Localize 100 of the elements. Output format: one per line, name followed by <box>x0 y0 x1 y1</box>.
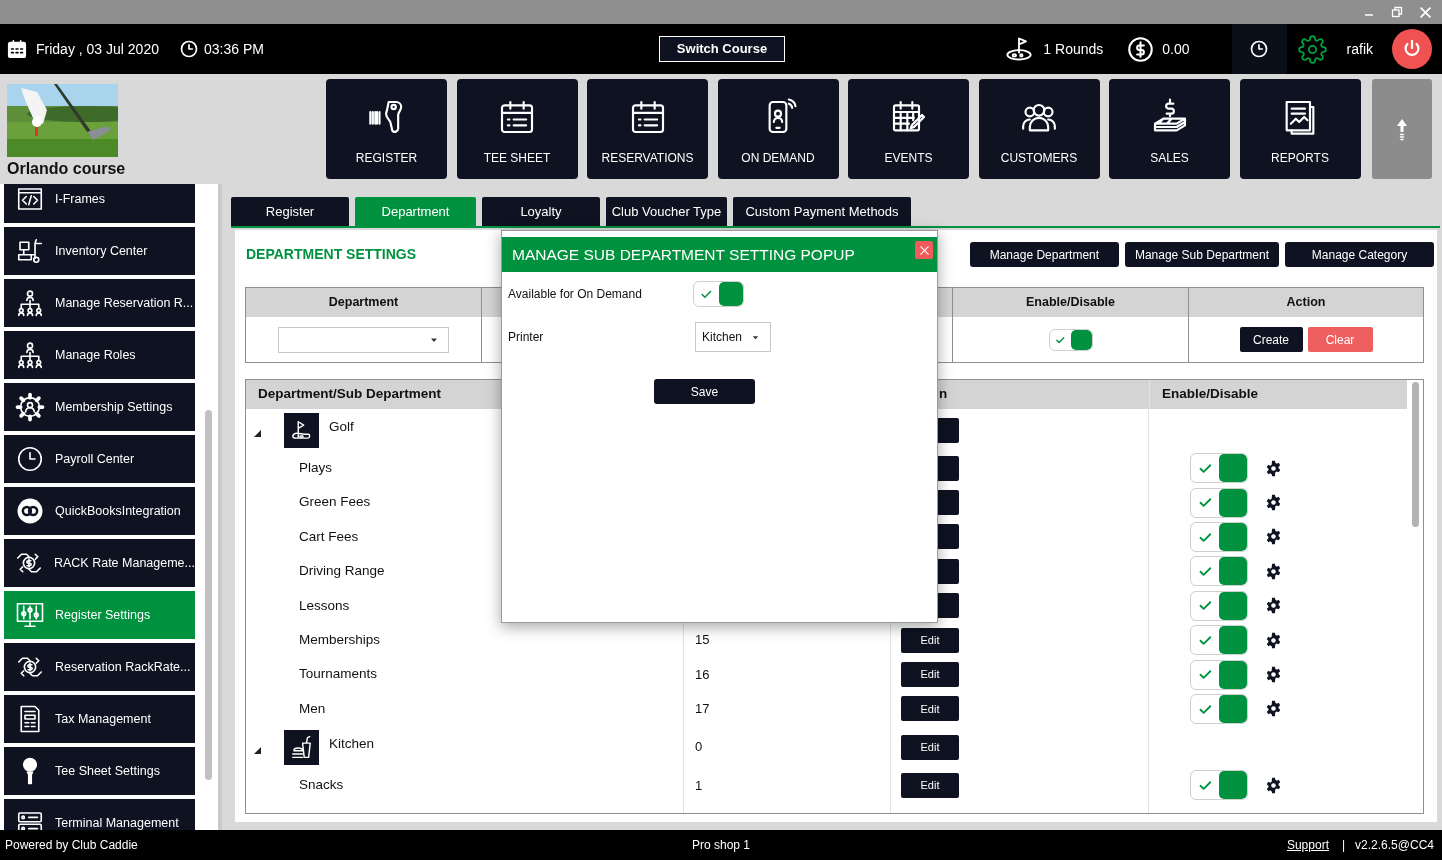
settings-icon[interactable] <box>1265 700 1282 718</box>
power-button[interactable] <box>1392 29 1432 69</box>
settings-icon[interactable] <box>1265 631 1282 649</box>
tab[interactable]: Register <box>231 197 349 226</box>
settings-icon[interactable] <box>1297 34 1327 64</box>
edit-button[interactable]: Edit <box>901 696 959 722</box>
sidebar-item[interactable]: Inventory Center <box>4 227 195 275</box>
sidebar-item[interactable]: Tax Management <box>4 695 195 743</box>
column-header: Department/Sub Department <box>258 385 442 404</box>
sidebar-item[interactable]: Register Settings <box>4 591 195 639</box>
column-header: Department <box>246 288 481 317</box>
sub-department-name: Men <box>299 699 326 718</box>
sidebar-item[interactable]: I-Frames <box>4 184 195 223</box>
switch-course-button[interactable]: Switch Course <box>659 36 785 62</box>
toggle-switch[interactable] <box>1048 328 1093 351</box>
sidebar-item[interactable]: Reservation RackRate... <box>4 643 195 691</box>
golf-flag-icon <box>284 412 319 448</box>
expand-arrow-icon[interactable] <box>254 746 261 754</box>
scrollbar-thumb[interactable] <box>1411 382 1419 527</box>
nav-tile[interactable]: RESERVATIONS <box>587 79 708 179</box>
version-text: v2.2.6.5@CC4 <box>1355 837 1434 854</box>
settings-icon[interactable] <box>1265 459 1282 477</box>
settings-icon[interactable] <box>1265 494 1282 512</box>
scroll-up-button[interactable] <box>1371 79 1432 179</box>
settings-icon[interactable] <box>1265 528 1282 546</box>
nav-tile[interactable]: EVENTS <box>848 79 969 179</box>
nav-tile[interactable]: SALES <box>1109 79 1230 179</box>
sub-department-name: Green Fees <box>299 493 371 512</box>
food-drink-icon <box>284 729 319 765</box>
sub-department-name: Driving Range <box>299 562 385 581</box>
calendar-icon <box>6 38 28 60</box>
close-icon <box>917 243 931 257</box>
sub-department-name: Memberships <box>299 631 381 649</box>
support-link[interactable]: Support <box>1286 836 1329 854</box>
settings-icon[interactable] <box>1265 776 1282 794</box>
nav-tile[interactable]: REPORTS <box>1239 79 1361 179</box>
sidebar-item[interactable]: Membership Settings <box>4 383 195 431</box>
golf-flag-icon <box>1004 35 1035 63</box>
sub-department-name: Tournaments <box>299 665 378 684</box>
toggle-switch[interactable] <box>1190 590 1248 621</box>
nav-tile[interactable]: CUSTOMERS <box>978 79 1100 179</box>
tab[interactable]: Custom Payment Methods <box>733 197 911 226</box>
toggle-switch[interactable] <box>1190 659 1248 690</box>
close-icon[interactable] <box>1419 5 1432 19</box>
nav-tile[interactable]: TEE SHEET <box>456 79 578 179</box>
field-label: Available for On Demand <box>508 286 643 303</box>
edit-button[interactable]: Edit <box>901 627 959 653</box>
edit-button[interactable]: Edit <box>901 734 959 760</box>
code-text: 17 <box>695 700 710 719</box>
manage-button[interactable]: Manage Department <box>969 242 1119 267</box>
clock-icon <box>178 39 199 59</box>
popup-title: MANAGE SUB DEPARTMENT SETTING POPUP <box>512 244 855 265</box>
settings-icon[interactable] <box>1265 666 1282 684</box>
tab[interactable]: Department <box>355 197 476 226</box>
settings-icon[interactable] <box>1265 562 1282 580</box>
section-title: DEPARTMENT SETTINGS <box>246 245 417 264</box>
separator-text: | <box>1341 837 1346 854</box>
toggle-switch[interactable] <box>1190 487 1248 518</box>
expand-arrow-icon[interactable] <box>254 429 261 437</box>
date-text: Friday , 03 Jul 2020 <box>36 39 159 59</box>
toggle-switch[interactable] <box>1190 625 1248 656</box>
tab[interactable]: Loyalty <box>482 197 600 226</box>
toggle-switch[interactable] <box>1190 556 1248 587</box>
nav-tile[interactable]: REGISTER <box>326 79 447 179</box>
sidebar-item[interactable]: QuickBooksIntegration <box>4 487 195 535</box>
sidebar-item[interactable]: Payroll Center <box>4 435 195 483</box>
sidebar-item[interactable]: Tee Sheet Settings <box>4 747 195 795</box>
sub-department-name: Snacks <box>299 776 344 795</box>
sub-department-name: Plays <box>299 459 332 478</box>
manage-button[interactable]: Manage Category <box>1285 242 1434 267</box>
toggle-switch[interactable] <box>1190 453 1248 484</box>
sidebar-item[interactable]: Manage Reservation R... <box>4 279 195 327</box>
sliders-monitor-icon <box>14 600 45 630</box>
sidebar-item[interactable]: Manage Roles <box>4 331 195 379</box>
history-button[interactable] <box>1231 24 1287 74</box>
column-header: n <box>939 385 948 404</box>
restore-icon[interactable] <box>1391 6 1403 18</box>
create-button[interactable]: Create <box>1239 327 1303 352</box>
tab[interactable]: Club Voucher Type <box>606 197 727 226</box>
column-header: Enable/Disable <box>1162 385 1259 404</box>
column-header: Enable/Disable <box>953 288 1188 317</box>
edit-button[interactable]: Edit <box>901 662 959 688</box>
toggle-switch[interactable] <box>1190 521 1248 552</box>
edit-button[interactable]: Edit <box>901 772 959 798</box>
nav-tile[interactable]: ON DEMAND <box>717 79 839 179</box>
save-button[interactable]: Save <box>654 379 755 404</box>
close-button[interactable] <box>915 241 933 259</box>
powered-by-text: Powered by Club Caddie <box>4 837 139 854</box>
code-text: 16 <box>695 665 710 684</box>
scrollbar-thumb[interactable] <box>205 410 212 780</box>
manage-button[interactable]: Manage Sub Department <box>1124 242 1279 267</box>
printer-select[interactable]: Kitchen <box>695 322 771 352</box>
toggle-switch[interactable] <box>1190 770 1248 801</box>
sub-department-name: Lessons <box>299 596 350 615</box>
sidebar-item[interactable]: Terminal Management <box>4 799 195 830</box>
dollar-icon <box>1127 35 1155 63</box>
toggle-switch[interactable] <box>1190 693 1248 724</box>
settings-icon[interactable] <box>1265 597 1282 615</box>
sidebar-item[interactable]: RACK Rate Manageme... <box>4 539 195 587</box>
toggle-switch[interactable] <box>693 281 744 307</box>
